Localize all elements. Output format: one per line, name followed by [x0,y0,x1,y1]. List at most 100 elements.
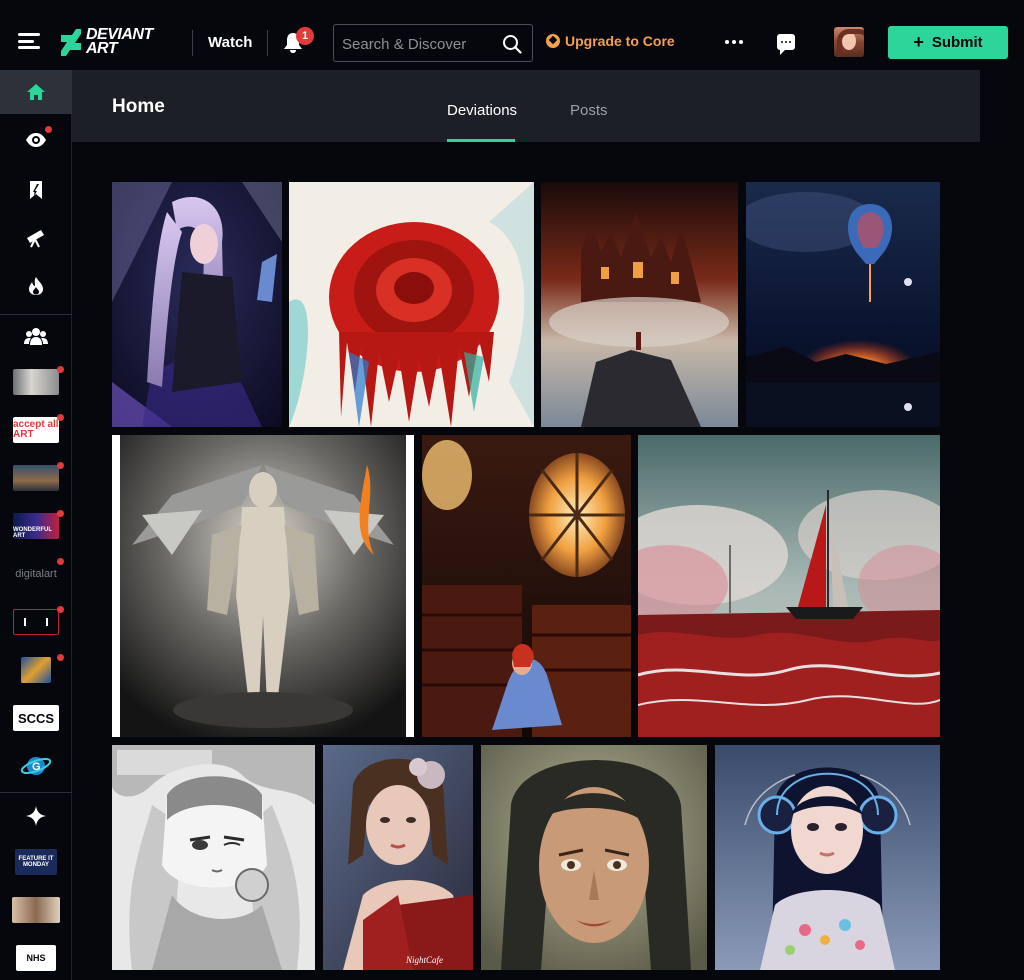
sidebar-group-1[interactable] [0,360,72,404]
eye-icon [26,133,46,147]
more-options-icon[interactable] [725,40,743,44]
deviation-thumbnail[interactable] [715,745,940,970]
sidebar-group-digitalart[interactable]: digitalart [0,552,72,596]
group-thumbnail: WONDERFUL ART [13,513,59,539]
artwork-image [422,435,631,737]
group-mark [24,618,48,626]
sidebar-group-7[interactable] [0,648,72,692]
artwork-image [112,435,414,737]
sidebar-group-13[interactable]: NHS [0,936,72,980]
group-thumbnail: SCCS [13,705,59,731]
artwork-image [289,182,534,427]
artwork-image [715,745,940,970]
sparkle-icon [26,806,46,826]
sidebar-divider [0,792,72,793]
sidebar-item-core[interactable] [0,794,72,838]
deviation-thumbnail[interactable] [112,182,282,427]
notification-dot [57,510,64,517]
page-title: Home [112,96,165,117]
core-icon [546,34,560,48]
active-tab-indicator [447,139,515,142]
group-thumbnail: digitalart [13,561,59,587]
deviation-thumbnail[interactable] [746,182,940,427]
deviation-thumbnail[interactable] [422,435,631,737]
group-label: SCCS [17,710,55,726]
notification-badge: 1 [296,27,314,45]
menu-icon[interactable] [18,33,40,49]
search-box[interactable] [333,24,533,62]
upgrade-label: Upgrade to Core [565,33,675,49]
notification-dot [57,462,64,469]
group-thumbnail [12,897,60,923]
artwork-image [638,435,940,737]
artwork-image [541,182,738,427]
flame-icon [29,277,43,295]
sidebar-group-wonderful-art[interactable]: WONDERFUL ART [0,504,72,548]
sidebar-item-home[interactable] [0,70,72,114]
search-input[interactable] [342,34,492,54]
logo-text-line2: ART [86,40,118,57]
submit-button[interactable]: + Submit [888,26,1008,59]
group-thumbnail: NHS [16,945,56,971]
sidebar-group-sccs[interactable]: SCCS [0,696,72,740]
group-thumbnail [21,657,51,683]
artwork-image [481,745,707,970]
notification-dot [57,558,64,565]
watch-link[interactable]: Watch [208,34,252,51]
deviation-thumbnail[interactable]: NightCafe [323,745,473,970]
telescope-icon [27,230,44,248]
watermark-text: NightCafe [405,955,443,965]
sidebar-group-6[interactable] [0,600,72,644]
group-thumbnail: accept all ART [13,417,59,443]
sidebar-group-9[interactable]: G [0,744,72,788]
sidebar-item-watch[interactable] [0,118,72,162]
deviation-thumbnail[interactable] [541,182,738,427]
artwork-image [746,182,940,427]
group-thumbnail [13,465,59,491]
sidebar-item-trending[interactable] [0,264,72,308]
group-label: NHS [26,953,46,963]
home-icon [27,84,45,100]
notification-dot [57,366,64,373]
group-thumbnail [13,369,59,395]
sidebar-group-accept-all-art[interactable]: accept all ART [0,408,72,452]
page-header: Home Deviations Posts [72,70,980,142]
sidebar: accept all ART WONDERFUL ART digitalart … [0,70,72,980]
group-thumbnail [13,609,59,635]
submit-label: Submit [931,34,983,51]
group-globe-icon: G [20,757,52,775]
sidebar-group-feature-it-monday[interactable]: FEATURE IT MONDAY [0,840,72,884]
deviation-thumbnail[interactable] [112,435,414,737]
notification-dot [57,654,64,661]
group-label: FEATURE IT MONDAY [18,856,54,868]
deviantart-logo-icon [61,29,81,56]
divider [192,30,193,56]
plus-icon: + [913,32,924,52]
tab-deviations[interactable]: Deviations [447,102,517,119]
group-label: accept all ART [13,419,59,440]
deviation-thumbnail[interactable] [112,745,315,970]
group-label: WONDERFUL ART [13,527,52,539]
upgrade-to-core-link[interactable]: Upgrade to Core [546,33,675,49]
sidebar-group-12[interactable] [0,888,72,932]
sidebar-item-discover[interactable] [0,216,72,260]
user-avatar[interactable] [834,27,864,57]
sidebar-item-groups[interactable] [0,314,72,358]
divider [267,30,268,56]
notification-dot [57,414,64,421]
deviation-thumbnail[interactable] [289,182,534,427]
svg-text:G: G [32,761,41,773]
sidebar-item-favourites[interactable] [0,168,72,212]
deviation-thumbnail[interactable] [481,745,707,970]
tab-posts[interactable]: Posts [570,102,608,119]
group-label: digitalart [15,568,57,580]
artwork-image [112,745,315,970]
notification-dot [45,126,52,133]
deviation-thumbnail[interactable] [638,435,940,737]
sidebar-group-3[interactable] [0,456,72,500]
chat-icon[interactable] [777,34,795,55]
deviantart-logo[interactable]: DEVIANT ART [60,27,153,57]
artwork-image [112,182,282,427]
group-thumbnail: FEATURE IT MONDAY [15,849,57,875]
search-icon[interactable] [502,34,522,54]
